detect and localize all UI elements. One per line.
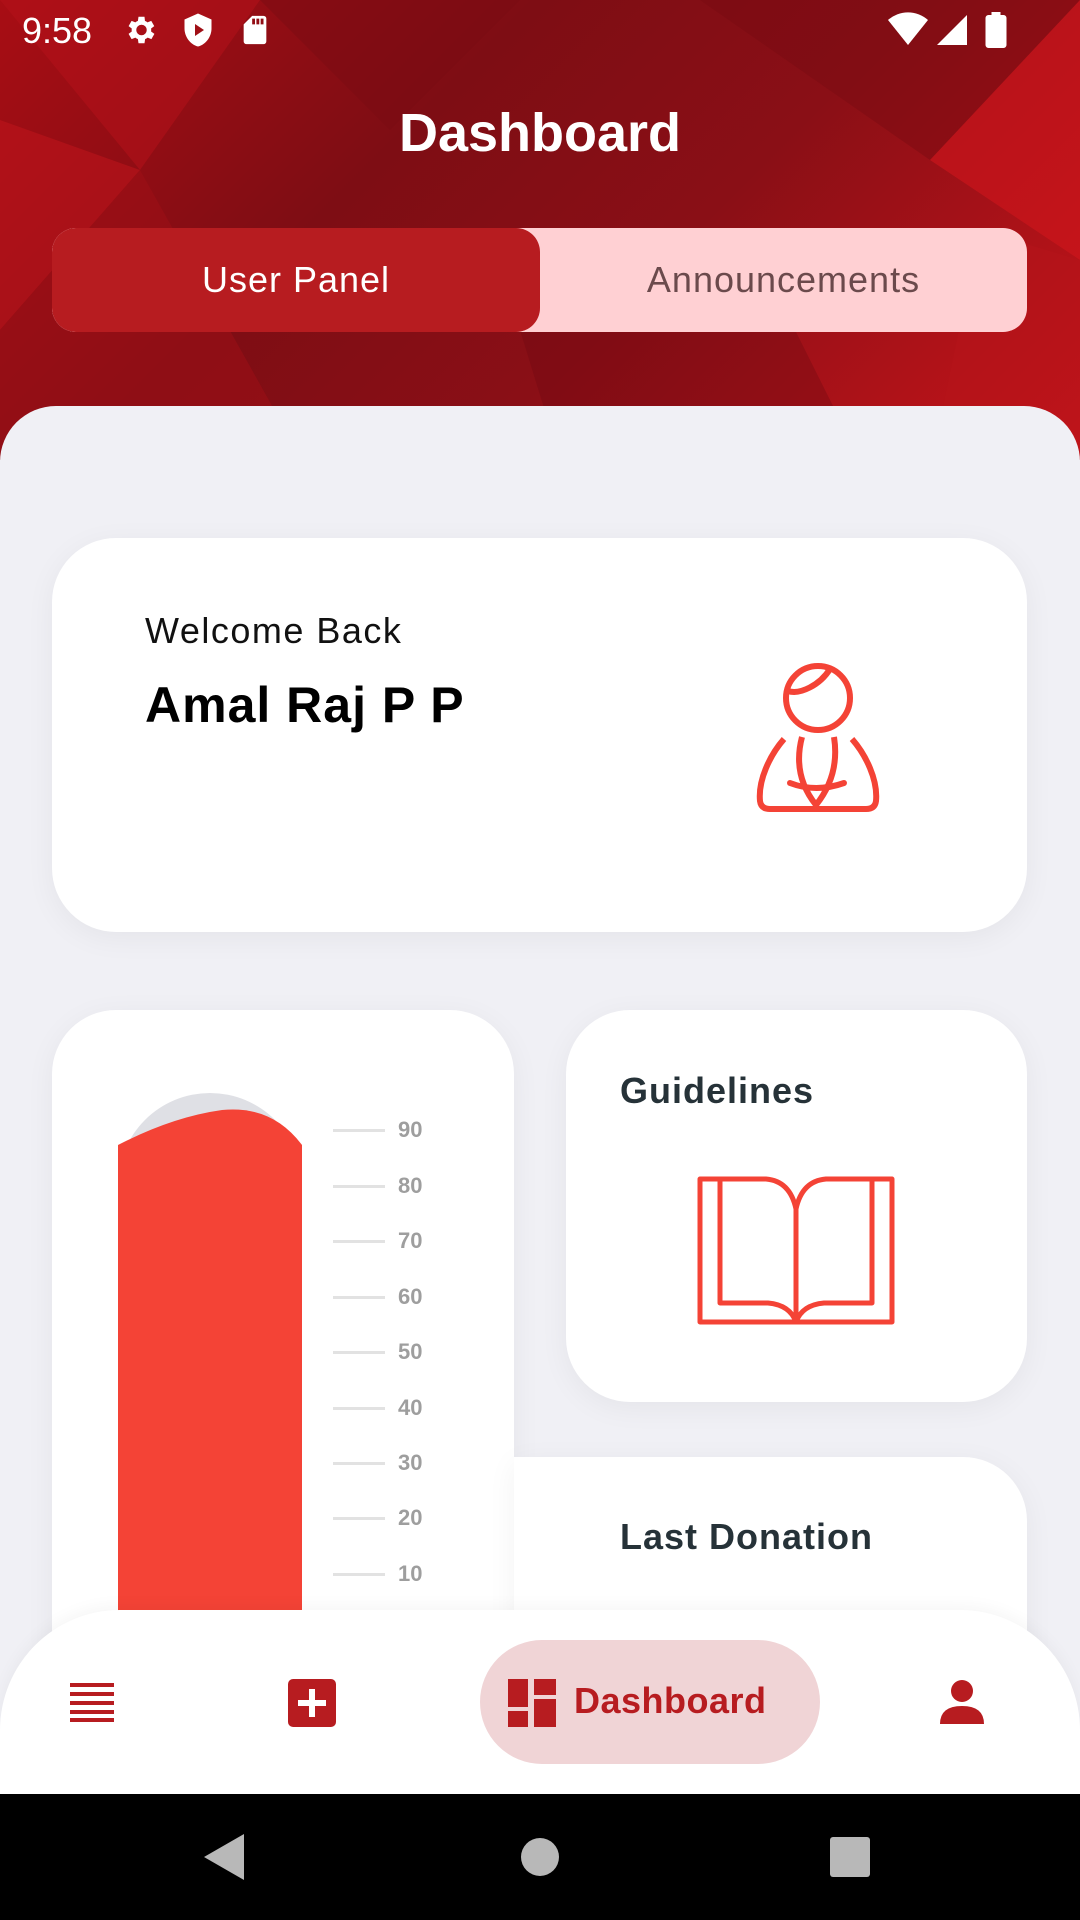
header-banner: 9:58 Dashboard Announcements User Panel — [0, 0, 1080, 460]
scale-label: 60 — [398, 1284, 423, 1309]
guidelines-title: Guidelines — [620, 1070, 815, 1111]
scale-tick — [333, 1240, 385, 1243]
status-bar: 9:58 — [0, 0, 1080, 64]
scale-label: 50 — [398, 1339, 423, 1364]
tab-bar: Announcements User Panel — [52, 228, 1027, 332]
tab-user-panel[interactable]: User Panel — [52, 228, 540, 332]
status-time: 9:58 — [22, 10, 93, 51]
scale-label: 90 — [398, 1117, 423, 1142]
last-donation-title: Last Donation — [620, 1516, 873, 1557]
scale-tick — [333, 1517, 385, 1520]
sd-card-icon — [243, 15, 267, 45]
dashboard-icon — [508, 1679, 556, 1727]
person-namaste-icon — [756, 663, 880, 812]
scale-label: 30 — [398, 1450, 423, 1475]
scale-tick — [333, 1407, 385, 1410]
scale-tick — [333, 1351, 385, 1354]
gear-icon — [128, 16, 155, 44]
person-icon[interactable] — [940, 1680, 984, 1724]
welcome-greeting: Welcome Back — [145, 610, 403, 651]
open-book-icon — [697, 1176, 895, 1325]
scale-label: 10 — [398, 1561, 423, 1586]
scale-label: 40 — [398, 1395, 423, 1420]
recents-icon[interactable] — [830, 1837, 870, 1877]
scale-tick — [333, 1129, 385, 1132]
shield-icon — [184, 13, 212, 47]
battery-icon — [985, 12, 1007, 48]
add-box-icon[interactable] — [288, 1679, 336, 1727]
scale-tick — [333, 1462, 385, 1465]
page-title: Dashboard — [398, 103, 682, 163]
nav-dashboard-label: Dashboard — [574, 1680, 767, 1721]
home-icon[interactable] — [520, 1837, 560, 1877]
scale-label: 20 — [398, 1505, 423, 1530]
welcome-card — [52, 538, 1027, 932]
wifi-icon — [888, 12, 928, 45]
scale-label: 70 — [398, 1228, 423, 1253]
level-gauge — [118, 1093, 302, 1625]
user-name: Amal Raj P P — [145, 677, 465, 733]
back-icon[interactable] — [204, 1834, 244, 1880]
system-navigation-bar — [0, 1794, 1080, 1920]
scale-tick — [333, 1296, 385, 1299]
signal-icon — [937, 15, 967, 45]
scale-tick — [333, 1185, 385, 1188]
tab-announcements[interactable]: Announcements — [540, 228, 1027, 332]
list-icon[interactable] — [70, 1682, 114, 1722]
scale-label: 80 — [398, 1173, 423, 1198]
scale-tick — [333, 1573, 385, 1576]
